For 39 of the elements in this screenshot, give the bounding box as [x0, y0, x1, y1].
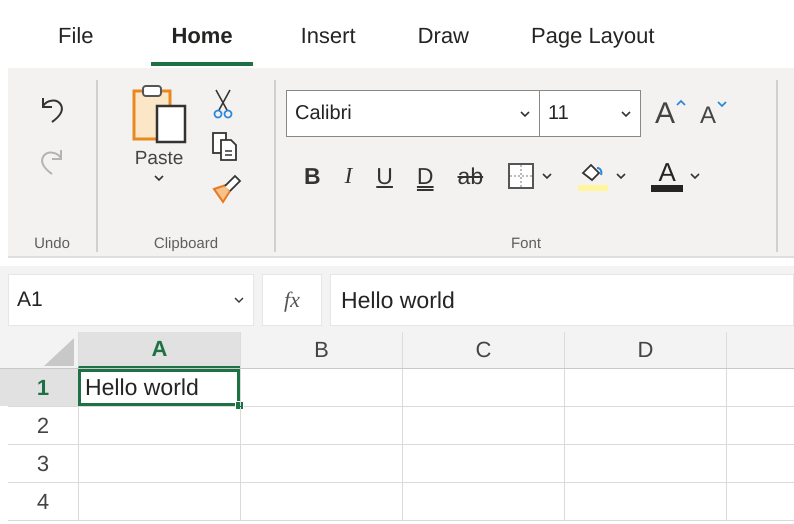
italic-button[interactable]: I — [344, 160, 352, 190]
ribbon-tab[interactable]: Page Layout — [510, 0, 674, 66]
chevron-icon — [615, 172, 628, 180]
group-label: Font — [510, 235, 541, 254]
column-header[interactable]: C — [402, 332, 564, 368]
borders-icon — [507, 162, 536, 190]
strikethrough-button[interactable]: ab — [458, 160, 484, 190]
caret-down-icon — [717, 100, 728, 108]
group-label: Clipboard — [154, 235, 218, 254]
ribbon-tab[interactable]: File — [46, 0, 106, 66]
chevron-icon — [620, 110, 632, 118]
borders-button[interactable] — [507, 162, 554, 190]
bold-button[interactable]: B — [304, 160, 321, 190]
chevron-icon — [541, 172, 554, 180]
chevron-icon — [233, 296, 245, 304]
column-header[interactable]: B — [240, 332, 402, 368]
font-name-dropdown[interactable]: Calibri — [287, 91, 540, 136]
ribbon-tab[interactable]: Draw — [398, 0, 489, 66]
shrink-font-button[interactable]: A — [700, 98, 728, 130]
ribbon-tab[interactable]: Insert — [280, 0, 376, 66]
name-box[interactable]: A1 — [8, 274, 254, 326]
caret-up-icon — [676, 98, 686, 106]
grow-font-button[interactable]: A — [655, 96, 686, 130]
chevron-icon — [153, 174, 165, 182]
group-label: Undo — [34, 235, 70, 254]
formula-field[interactable]: Hello world — [330, 274, 794, 326]
underline-button[interactable]: U — [376, 160, 393, 190]
color-bar — [651, 185, 684, 192]
insert-function-button[interactable]: fx — [262, 274, 322, 326]
font-color-button[interactable]: A — [651, 159, 702, 192]
column-header[interactable]: D — [564, 332, 726, 368]
row-header[interactable]: 1 — [0, 369, 78, 406]
paste-button[interactable]: Paste — [129, 82, 189, 204]
column-header[interactable]: A — [78, 332, 240, 368]
chevron-icon — [519, 110, 531, 118]
format-painter-button[interactable] — [211, 172, 243, 204]
font-size-dropdown[interactable]: 11 — [540, 91, 640, 136]
double-underline-button[interactable]: D — [416, 160, 434, 190]
chevron-icon — [689, 172, 702, 180]
